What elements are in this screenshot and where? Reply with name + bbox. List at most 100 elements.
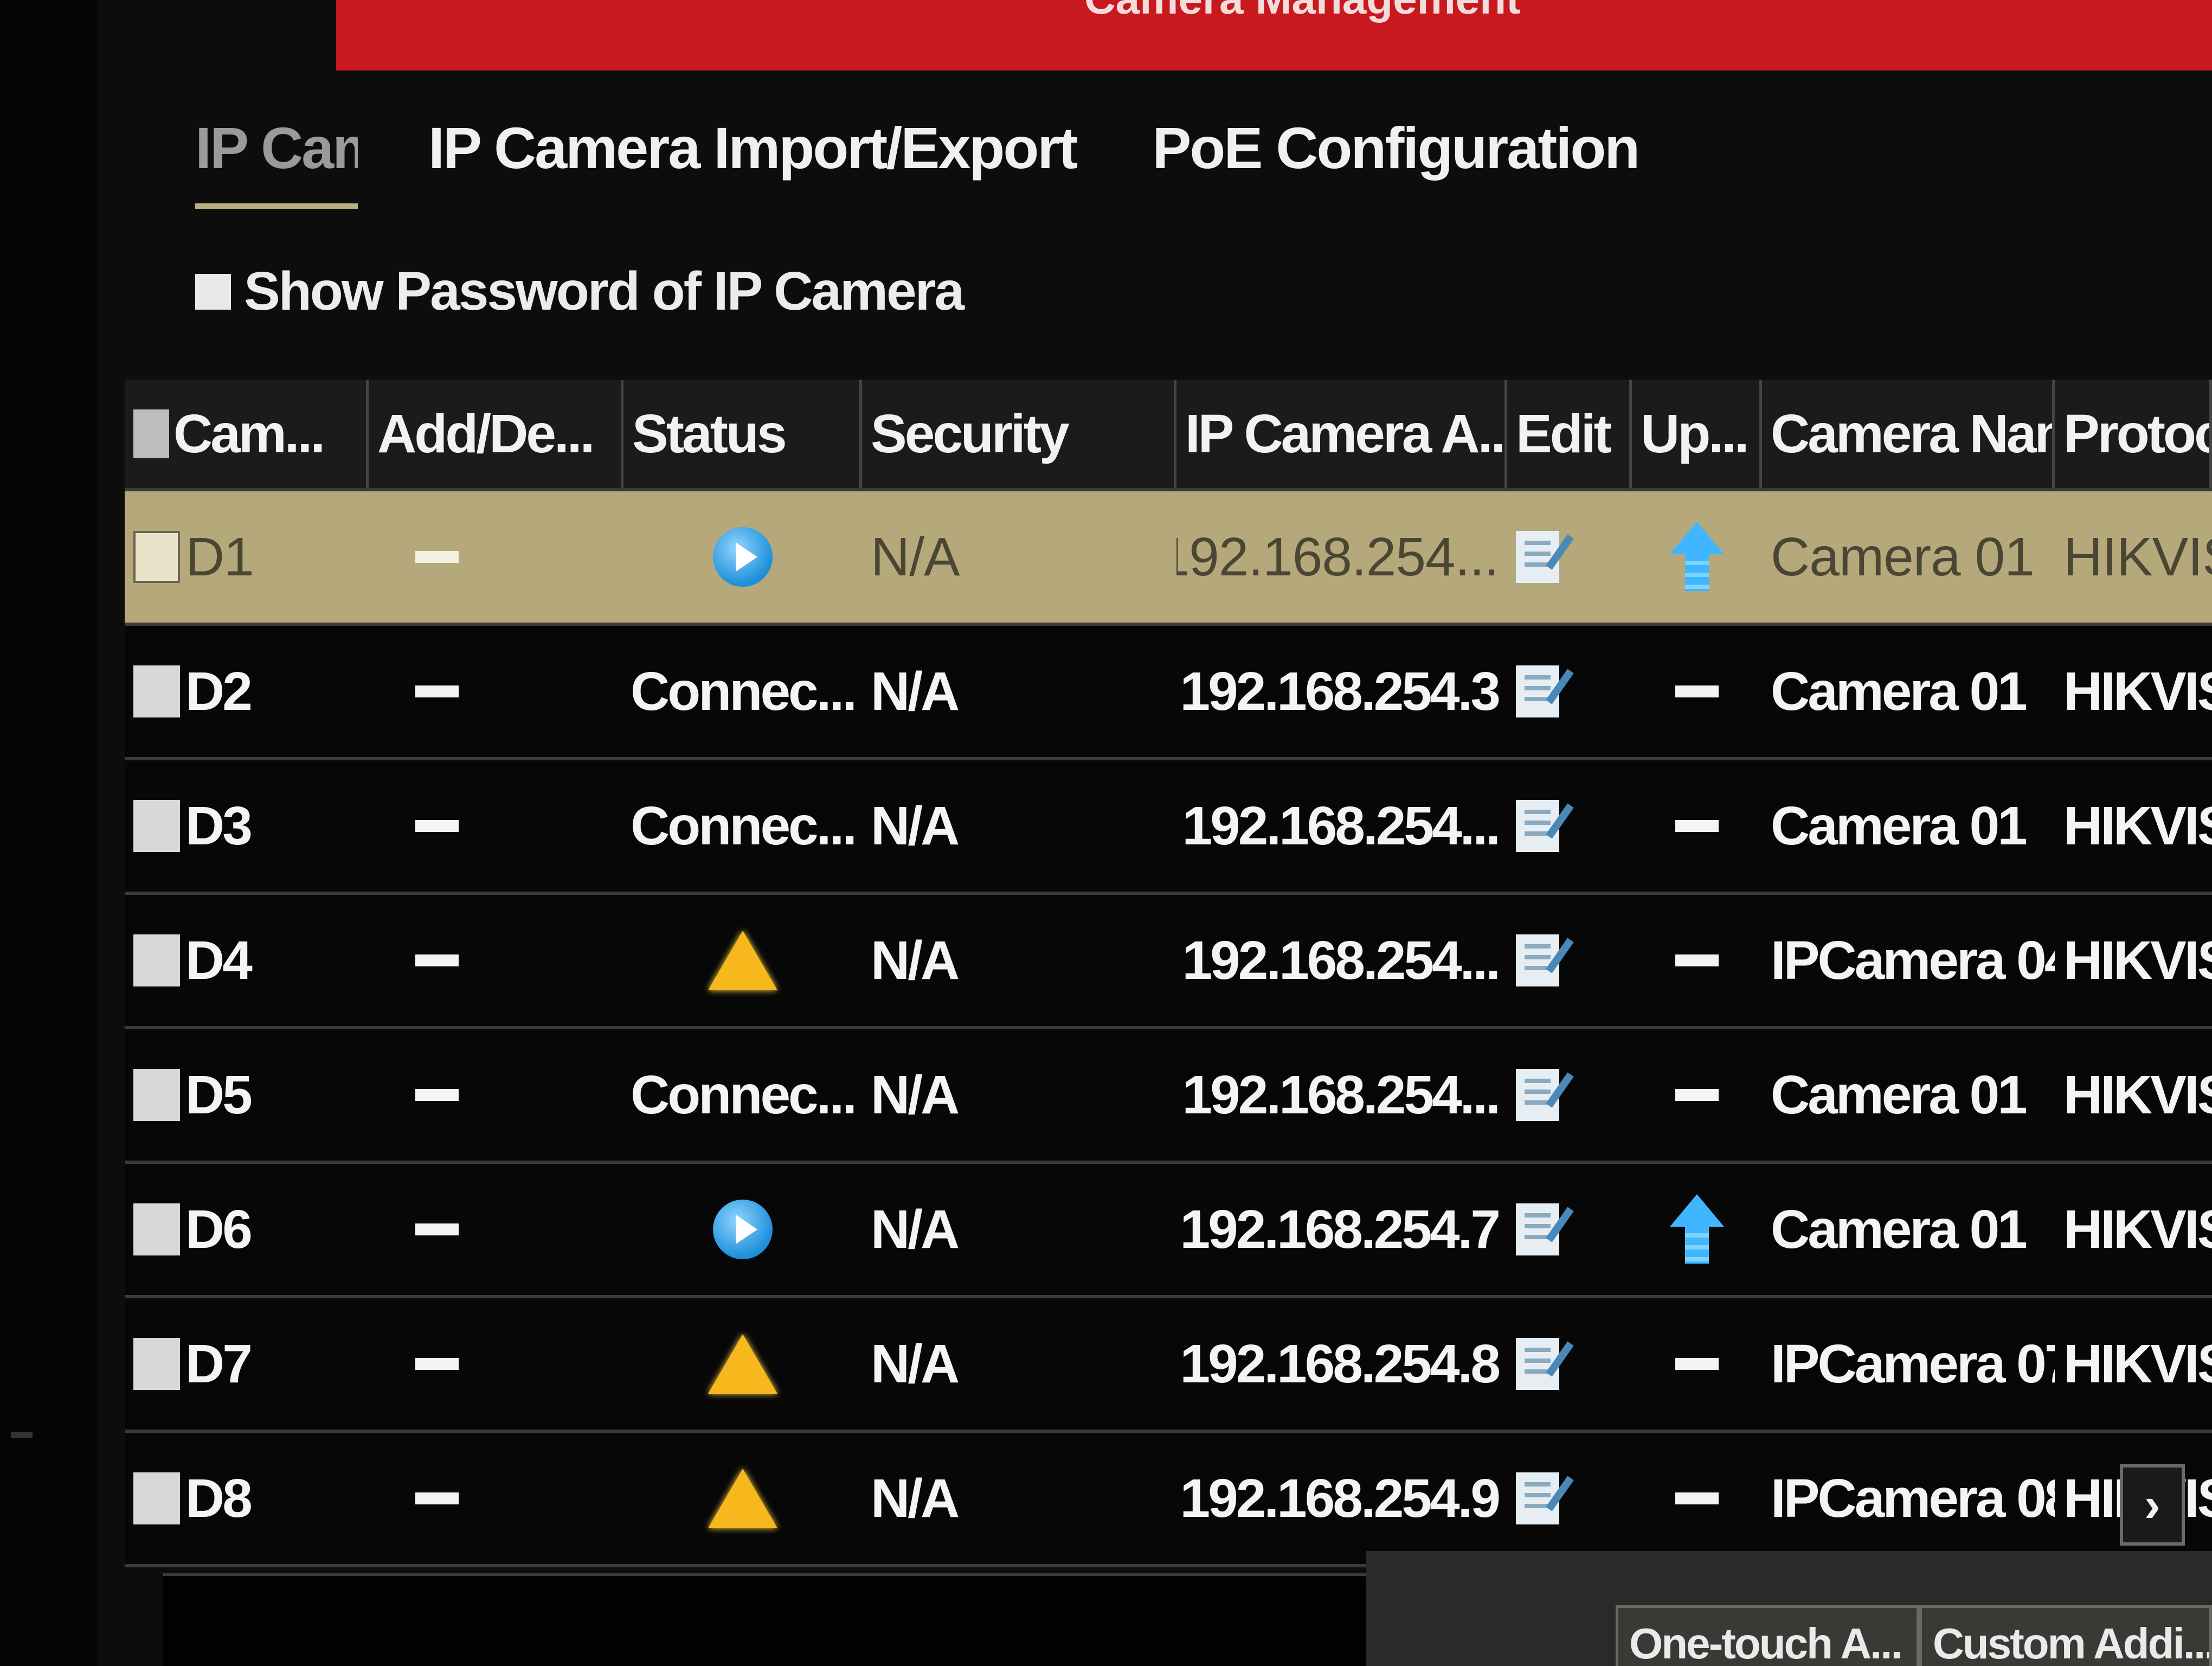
warning-icon[interactable]	[708, 1469, 777, 1528]
security-text: N/A	[871, 1064, 960, 1125]
one-touch-adding-button[interactable]: One-touch A...	[1616, 1605, 1919, 1666]
cell-security: N/A	[862, 1433, 1176, 1564]
cell-protocol: HIKVISION	[2055, 760, 2212, 892]
delete-icon[interactable]	[415, 551, 459, 563]
delete-icon[interactable]	[415, 820, 459, 832]
header-add-delete[interactable]: Add/De...	[369, 380, 623, 488]
protocol: HIKVISION	[2063, 526, 2212, 587]
next-page-button[interactable]: ›	[2120, 1464, 2185, 1546]
ip-address: 192.168.254.8	[1180, 1333, 1501, 1394]
cell-status: Connec...	[623, 760, 862, 892]
header-upgrade[interactable]: Up...	[1632, 380, 1762, 488]
header-protocol[interactable]: Protocol	[2055, 380, 2212, 488]
warning-icon[interactable]	[708, 1334, 777, 1394]
cell-ip-address: 192.168.254...	[1176, 491, 1507, 623]
row-checkbox[interactable]	[133, 1203, 180, 1255]
cell-upgrade	[1632, 626, 1762, 757]
edit-icon[interactable]	[1516, 934, 1559, 986]
table-row[interactable]: D2 Connec... N/A 192.168.254.3 Camera 01 HIKV…	[125, 626, 2212, 760]
cell-status: Connec...	[623, 1029, 862, 1161]
delete-icon[interactable]	[415, 1223, 459, 1235]
cell-security: N/A	[862, 1029, 1176, 1161]
tab-ip-camera-import-export[interactable]: IP Camera Import/Export	[428, 114, 1078, 182]
cell-status	[623, 1298, 862, 1430]
cell-upgrade	[1632, 895, 1762, 1026]
edit-icon[interactable]	[1516, 665, 1559, 717]
title-bar: Camera Management	[336, 0, 2212, 71]
cell-protocol: HIKVISION	[2055, 1298, 2212, 1430]
cell-add-delete	[369, 491, 623, 623]
camera-name: IPCamera 04	[1771, 930, 2055, 991]
header-ip-address[interactable]: IP Camera A...	[1176, 380, 1507, 488]
ip-address: 192.168.254...	[1176, 526, 1499, 587]
status-text: Connec...	[630, 795, 857, 856]
protocol: HIKVISION	[2063, 795, 2212, 856]
table-row[interactable]: D5 Connec... N/A 192.168.254... Camera 01 HIK…	[125, 1029, 2212, 1164]
ip-address: 192.168.254.9	[1180, 1468, 1501, 1529]
cell-upgrade	[1632, 1164, 1762, 1295]
bezel-mark	[11, 1432, 33, 1438]
cell-camera: D8	[125, 1433, 369, 1564]
protocol: HIKVISION	[2063, 661, 2212, 722]
cell-ip-address: 192.168.254...	[1176, 760, 1507, 892]
tab-bar: IP Camera IP Camera Import/Export PoE Co…	[195, 114, 1714, 209]
ip-address: 192.168.254...	[1182, 1064, 1501, 1125]
row-checkbox[interactable]	[133, 531, 180, 583]
ip-address: 192.168.254...	[1182, 795, 1501, 856]
table-row[interactable]: D6 N/A 192.168.254.7 Camera 01 HIKVISION	[125, 1164, 2212, 1298]
tab-ip-camera[interactable]: IP Camera	[195, 114, 358, 209]
warning-icon[interactable]	[708, 931, 777, 990]
row-checkbox[interactable]	[133, 934, 180, 986]
dash-icon	[1675, 685, 1719, 697]
window-title: Camera Management	[1084, 0, 1521, 24]
table-row[interactable]: D3 Connec... N/A 192.168.254... Camera 01 HIK…	[125, 760, 2212, 895]
table-row[interactable]: D7 N/A 192.168.254.8 IPCamera 07HIKVISION	[125, 1298, 2212, 1433]
dash-icon	[1675, 820, 1719, 832]
camera-table: Cam... Add/De... Status Security IP Came…	[125, 380, 2212, 1567]
cell-camera-name: IPCamera 07	[1762, 1298, 2055, 1430]
header-status[interactable]: Status	[623, 380, 862, 488]
screen: Camera Management IP Camera IP Camera Im…	[0, 0, 2212, 1666]
row-checkbox[interactable]	[133, 665, 180, 717]
upgrade-icon[interactable]	[1670, 522, 1724, 592]
cell-upgrade	[1632, 1298, 1762, 1430]
row-checkbox[interactable]	[133, 1069, 180, 1121]
protocol: HIKVISION	[2063, 1333, 2212, 1394]
upgrade-icon[interactable]	[1670, 1194, 1724, 1265]
edit-icon[interactable]	[1516, 1472, 1559, 1524]
header-edit[interactable]: Edit	[1507, 380, 1632, 488]
edit-icon[interactable]	[1516, 1069, 1559, 1121]
table-row[interactable]: D4 N/A 192.168.254... IPCamera 04HIKVISION	[125, 895, 2212, 1029]
edit-icon[interactable]	[1516, 1338, 1559, 1390]
row-checkbox[interactable]	[133, 1472, 180, 1524]
edit-icon[interactable]	[1516, 531, 1559, 583]
header-camera[interactable]: Cam...	[125, 380, 369, 488]
delete-icon[interactable]	[415, 1089, 459, 1101]
table-row[interactable]: D1 N/A 192.168.254... Camera 01 HIKVISION	[125, 491, 2212, 626]
tab-poe-configuration[interactable]: PoE Configuration	[1152, 114, 1640, 182]
camera-name: IPCamera 08	[1771, 1468, 2055, 1529]
play-icon[interactable]	[713, 527, 773, 587]
ip-address: 192.168.254...	[1182, 930, 1501, 991]
select-all-checkbox[interactable]	[133, 409, 169, 458]
security-text: N/A	[871, 930, 960, 991]
show-password-checkbox[interactable]	[195, 273, 231, 310]
bottom-panel	[163, 1573, 1366, 1666]
custom-adding-button[interactable]: Custom Addi...	[1919, 1605, 2212, 1666]
monitor-bezel	[0, 0, 98, 1666]
play-icon[interactable]	[713, 1200, 773, 1259]
row-checkbox[interactable]	[133, 1338, 180, 1390]
camera-id: D6	[185, 1199, 253, 1260]
edit-icon[interactable]	[1516, 1203, 1559, 1255]
header-camera-name[interactable]: Camera Name	[1762, 380, 2055, 488]
delete-icon[interactable]	[415, 685, 459, 697]
row-checkbox[interactable]	[133, 800, 180, 852]
header-security[interactable]: Security	[862, 380, 1176, 488]
delete-icon[interactable]	[415, 954, 459, 966]
delete-icon[interactable]	[415, 1358, 459, 1370]
show-password-option[interactable]: Show Password of IP Camera	[195, 260, 964, 323]
edit-icon[interactable]	[1516, 800, 1559, 852]
table-row[interactable]: D8N/A192.168.254.9IPCamera 08HIKVISION	[125, 1433, 2212, 1567]
cell-edit	[1507, 1029, 1632, 1161]
delete-icon[interactable]	[415, 1492, 459, 1504]
